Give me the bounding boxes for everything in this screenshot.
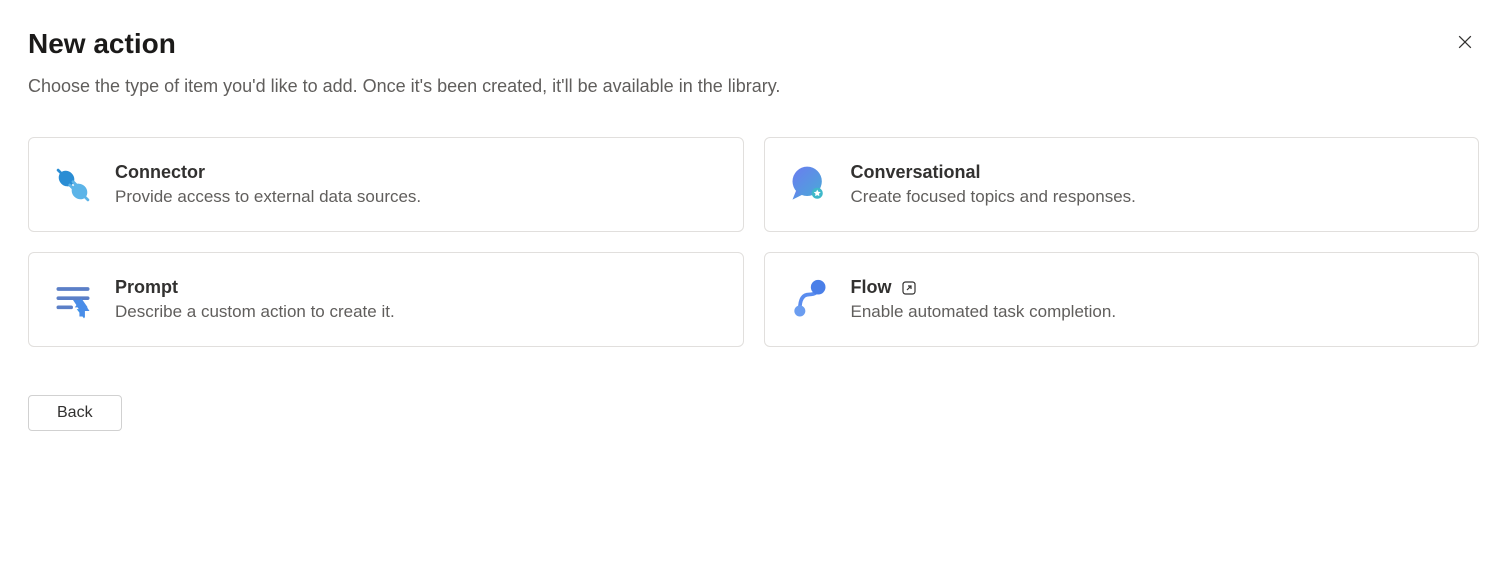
card-title: Flow bbox=[851, 277, 1117, 298]
card-connector[interactable]: Connector Provide access to external dat… bbox=[28, 137, 744, 232]
card-title: Prompt bbox=[115, 277, 395, 298]
close-button[interactable] bbox=[1451, 28, 1479, 59]
card-title: Connector bbox=[115, 162, 421, 183]
back-button[interactable]: Back bbox=[28, 395, 122, 431]
card-prompt[interactable]: Prompt Describe a custom action to creat… bbox=[28, 252, 744, 347]
action-type-grid: Connector Provide access to external dat… bbox=[28, 137, 1479, 347]
card-description: Create focused topics and responses. bbox=[851, 187, 1136, 207]
card-conversational[interactable]: Conversational Create focused topics and… bbox=[764, 137, 1480, 232]
flow-icon bbox=[787, 278, 831, 322]
external-link-icon bbox=[900, 279, 918, 297]
card-flow[interactable]: Flow Enable automated task completion. bbox=[764, 252, 1480, 347]
close-icon bbox=[1455, 32, 1475, 55]
prompt-icon bbox=[51, 278, 95, 322]
page-subtitle: Choose the type of item you'd like to ad… bbox=[28, 76, 1479, 97]
card-description: Describe a custom action to create it. bbox=[115, 302, 395, 322]
connector-icon bbox=[51, 163, 95, 207]
conversational-icon bbox=[787, 163, 831, 207]
card-title-text: Flow bbox=[851, 277, 892, 298]
card-description: Enable automated task completion. bbox=[851, 302, 1117, 322]
page-title: New action bbox=[28, 28, 176, 60]
dialog-footer: Back bbox=[28, 395, 1479, 431]
card-title: Conversational bbox=[851, 162, 1136, 183]
card-description: Provide access to external data sources. bbox=[115, 187, 421, 207]
